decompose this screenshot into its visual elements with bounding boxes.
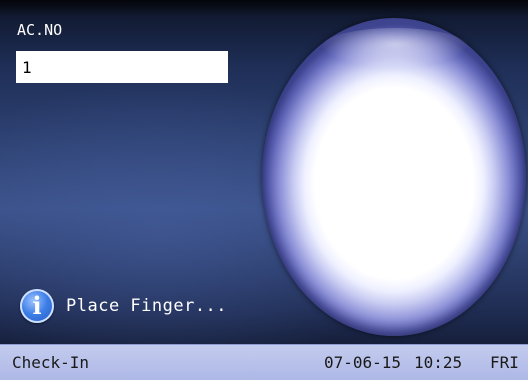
status-time: 10:25 (414, 353, 463, 372)
status-date: 07-06-15 (324, 353, 402, 372)
attendance-mode: Check-In (12, 353, 90, 372)
finger-prompt: i Place Finger... (20, 286, 227, 326)
info-icon: i (20, 289, 54, 323)
prompt-text: Place Finger... (66, 296, 228, 316)
status-day: FRI (490, 353, 519, 372)
account-number-input[interactable]: 1 (16, 51, 228, 83)
attendance-screen: AC.NO 1 i Place Finger... Check-In 07-06… (0, 0, 528, 380)
fingerprint-scan-highlight (320, 28, 470, 68)
status-bar: Check-In 07-06-15 10:25 FRI (0, 344, 528, 380)
top-shadow (0, 0, 528, 16)
account-number-label: AC.NO (17, 21, 63, 39)
